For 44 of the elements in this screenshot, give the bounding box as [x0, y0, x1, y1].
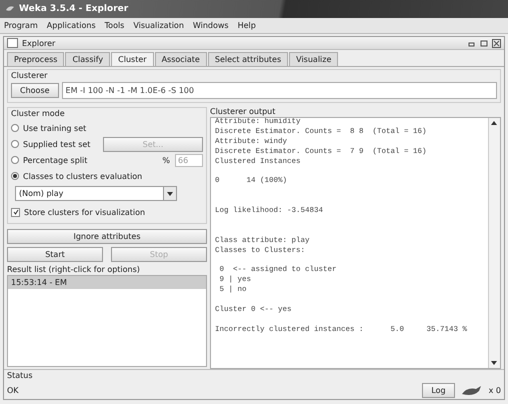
- radio-button[interactable]: [11, 156, 19, 164]
- close-icon[interactable]: [492, 38, 501, 48]
- tab[interactable]: Associate: [154, 52, 207, 66]
- inner-window-title: Explorer: [22, 38, 56, 48]
- start-button[interactable]: Start: [7, 247, 103, 262]
- status-heading: Status: [7, 371, 32, 380]
- tab[interactable]: Visualize: [289, 52, 338, 66]
- choose-button[interactable]: Choose: [11, 83, 59, 98]
- checkbox-label: Store clusters for visualization: [24, 208, 146, 216]
- radio-button[interactable]: [11, 124, 19, 132]
- checkbox[interactable]: [11, 208, 20, 216]
- tab[interactable]: Select attributes: [208, 52, 288, 66]
- group-heading: Clusterer: [11, 71, 48, 80]
- menu-item[interactable]: Visualization: [133, 21, 184, 30]
- option-label: Supplied test set: [23, 140, 90, 148]
- log-button[interactable]: Log: [422, 383, 455, 398]
- option-label: Use training set: [23, 124, 86, 132]
- menu-item[interactable]: Tools: [104, 21, 124, 30]
- window-title: Weka 3.5.4 - Explorer: [19, 4, 128, 14]
- task-count: x 0: [488, 386, 501, 395]
- caret-icon: [167, 192, 173, 196]
- result-list-heading: Result list (right-click for options): [7, 265, 141, 274]
- percent-sign: %: [162, 156, 170, 164]
- result-item[interactable]: 15:53:14 - EM: [8, 276, 206, 289]
- option-label: Percentage split: [23, 156, 88, 164]
- option-label: Classes to clusters evaluation: [23, 172, 142, 180]
- radio-button[interactable]: [11, 140, 19, 148]
- group-heading: Cluster mode: [11, 109, 66, 118]
- menu-item[interactable]: Program: [4, 21, 38, 30]
- maximize-icon[interactable]: [480, 38, 488, 46]
- ignore-attributes-button[interactable]: Ignore attributes: [7, 229, 207, 244]
- status-text: OK: [7, 386, 19, 395]
- clusterer-field[interactable]: EM -I 100 -N -1 -M 1.0E-6 -S 100: [62, 82, 497, 99]
- tab[interactable]: Preprocess: [7, 52, 64, 66]
- tab[interactable]: Cluster: [111, 52, 154, 66]
- class-dropdown[interactable]: (Nom) play: [15, 186, 177, 201]
- output-heading: Clusterer output: [210, 107, 276, 116]
- scrollbar[interactable]: [488, 118, 500, 368]
- menu-item[interactable]: Applications: [46, 21, 96, 30]
- window-icon: [7, 38, 18, 48]
- tab[interactable]: Classify: [65, 52, 110, 66]
- radio-button[interactable]: [11, 172, 19, 180]
- menu-item[interactable]: Windows: [192, 21, 229, 30]
- menu-item[interactable]: Help: [238, 21, 256, 30]
